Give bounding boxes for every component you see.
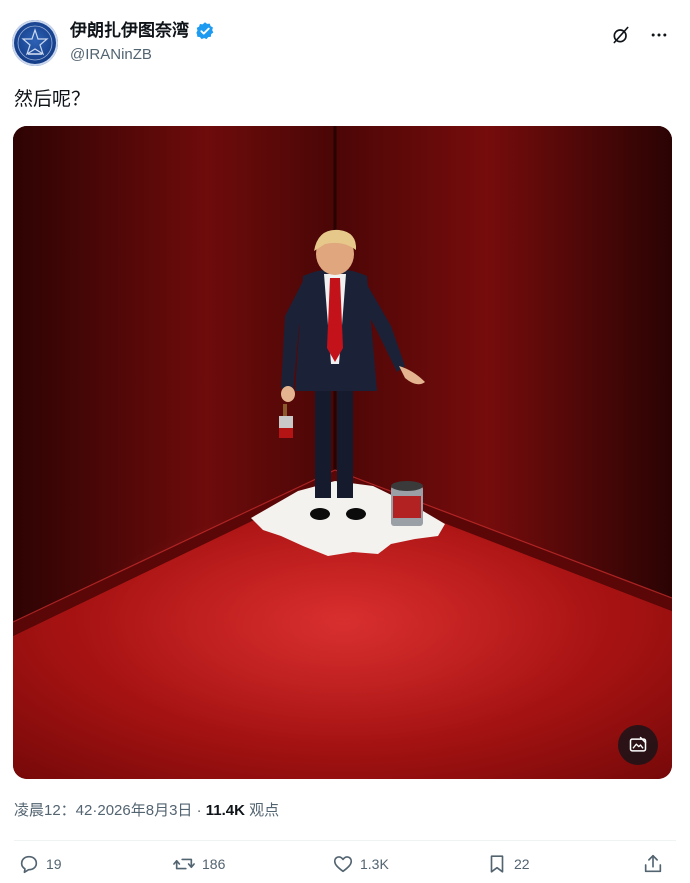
repost-icon [173, 858, 195, 870]
divider [14, 840, 676, 841]
action-bar: 19 186 1.3K 22 [14, 853, 674, 883]
tweet-text: 然后呢？ [14, 89, 91, 110]
tweet-date[interactable]: 2026年8月3日 [97, 802, 192, 819]
like-count: 1.3K [360, 856, 389, 872]
meta-separator: · [196, 802, 202, 819]
display-name[interactable]: 伊朗扎伊图奈湾 [70, 21, 189, 41]
views-count: 11.4K [205, 802, 245, 819]
repost-button[interactable]: 186 [172, 853, 225, 875]
share-button[interactable] [642, 853, 664, 875]
bookmark-icon [490, 855, 504, 873]
tweet-image[interactable] [13, 126, 672, 779]
reply-button[interactable]: 19 [18, 853, 62, 875]
share-icon [644, 854, 662, 873]
red-room-illustration [13, 126, 672, 779]
tweet-time[interactable]: 凌晨12：42 [14, 802, 92, 819]
reply-icon [20, 855, 38, 874]
tweet-meta: 凌晨12：42·2026年8月3日 · 11.4K 观点 [14, 799, 279, 820]
tweet-header: 伊朗扎伊图奈湾 @IRANinZB [12, 18, 678, 68]
author-handle[interactable]: @IRANinZB [70, 46, 152, 63]
verified-badge-icon [196, 22, 214, 40]
bookmark-button[interactable]: 22 [486, 853, 530, 875]
image-edit-icon[interactable] [618, 725, 658, 765]
grok-icon[interactable] [610, 24, 632, 46]
like-button[interactable]: 1.3K [332, 853, 389, 875]
heart-icon [333, 856, 353, 873]
avatar[interactable] [12, 20, 58, 66]
views-label: 观点 [249, 802, 280, 819]
bookmark-count: 22 [514, 856, 530, 872]
repost-count: 186 [202, 856, 226, 872]
government-emblem-icon [17, 25, 53, 61]
reply-count: 19 [46, 856, 62, 872]
more-icon[interactable] [648, 24, 670, 46]
